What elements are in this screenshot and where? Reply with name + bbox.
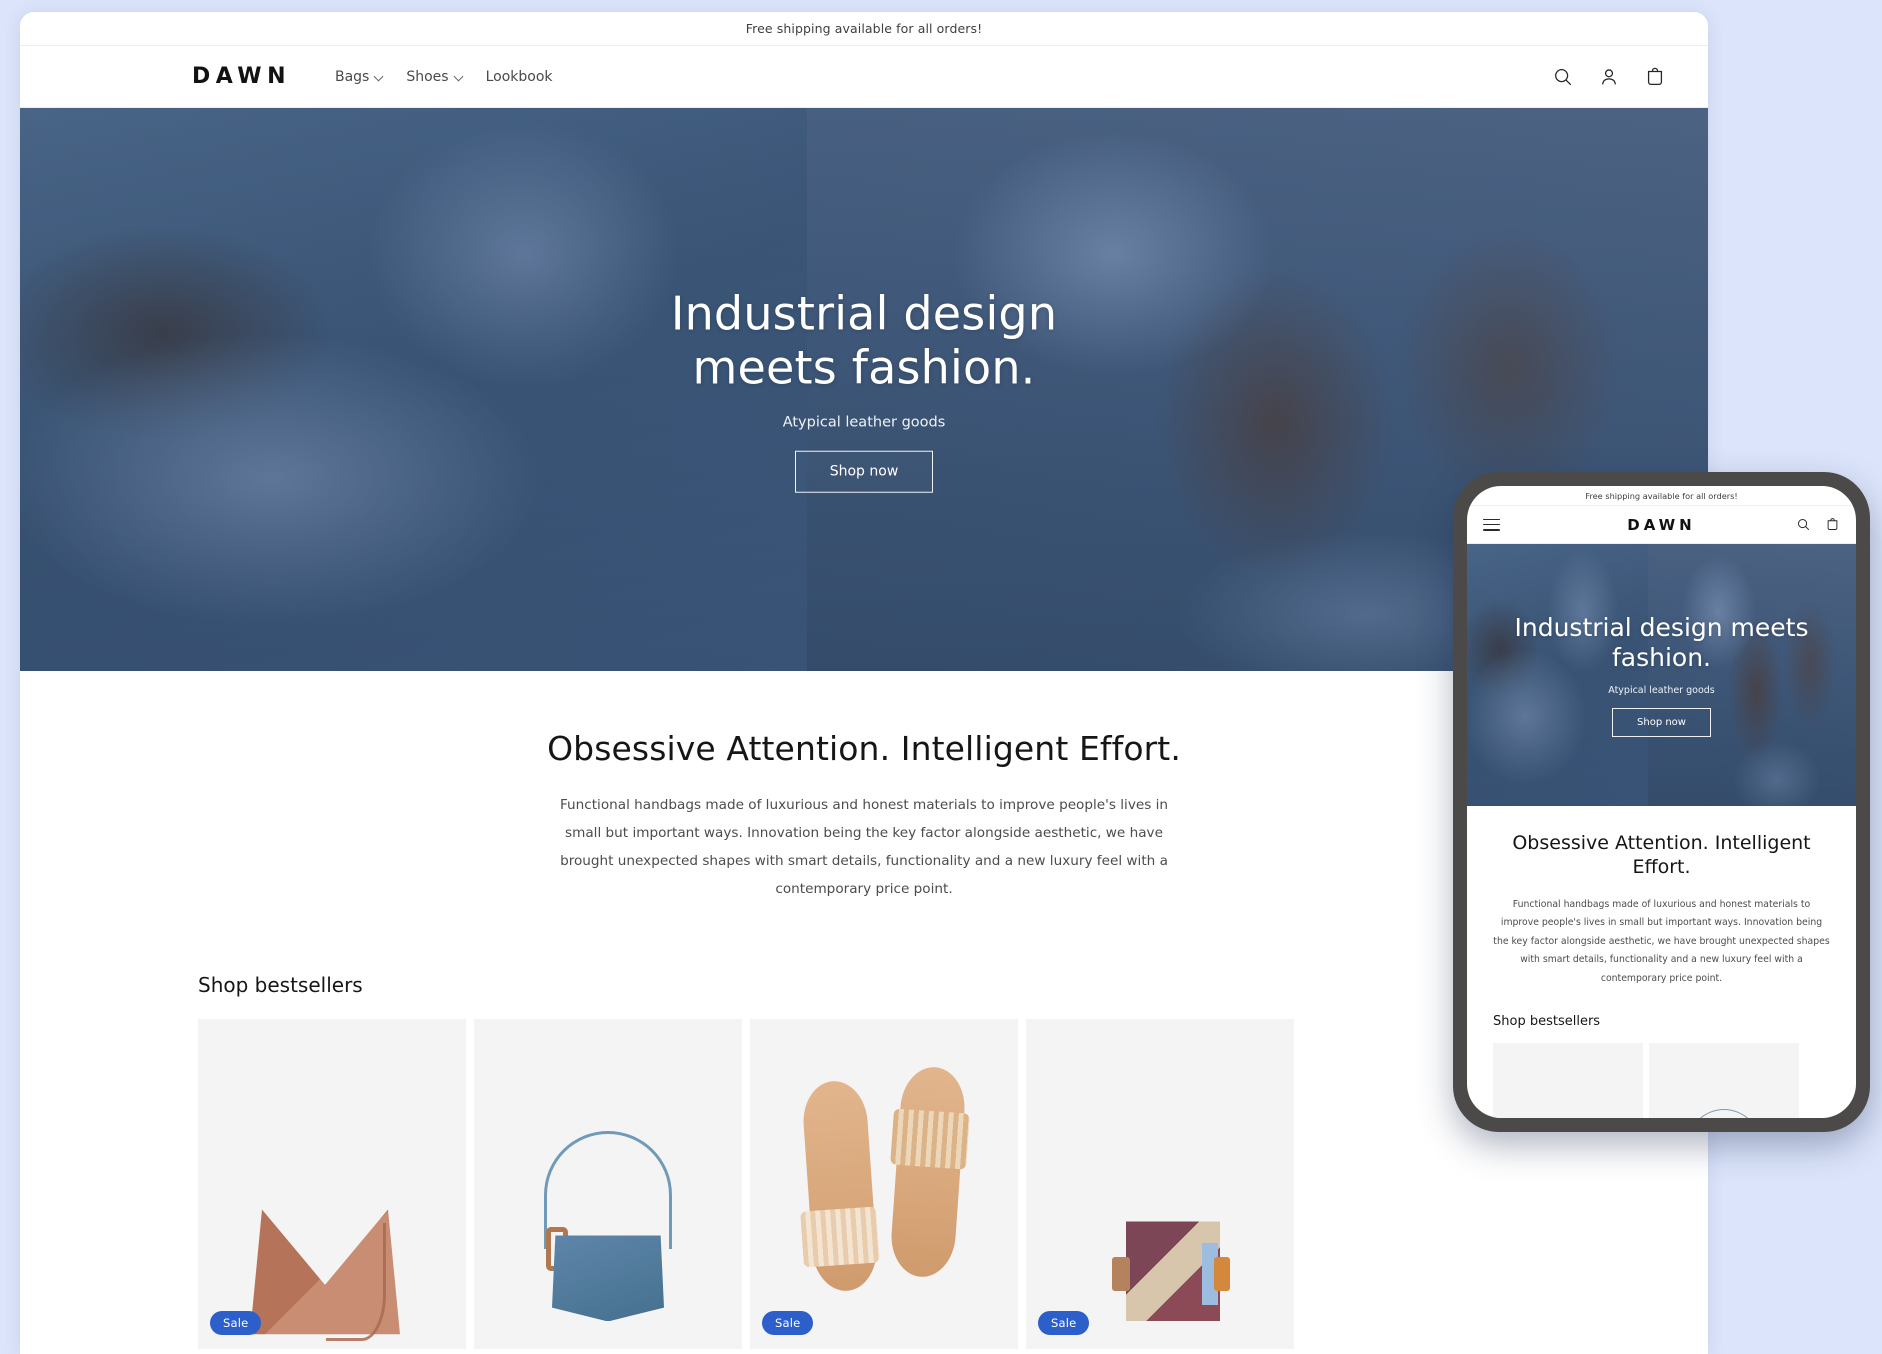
search-icon[interactable] <box>1796 517 1811 532</box>
mobile-hero-subtitle: Atypical leather goods <box>1608 685 1715 696</box>
nav-item-lookbook[interactable]: Lookbook <box>486 69 553 85</box>
mobile-viewport: Free shipping available for all orders! … <box>1467 486 1856 1118</box>
logo-dawn[interactable]: DAWN <box>192 64 291 89</box>
mobile-hero-banner: Industrial design meets fashion. Atypica… <box>1467 544 1856 806</box>
mobile-hero-content: Industrial design meets fashion. Atypica… <box>1467 613 1856 737</box>
nav-item-bags[interactable]: Bags <box>335 69 384 85</box>
product-card[interactable] <box>1649 1043 1799 1118</box>
chevron-down-icon <box>455 72 464 81</box>
mobile-product-grid <box>1493 1043 1856 1118</box>
mobile-rich-text-title: Obsessive Attention. Intelligent Effort. <box>1512 832 1811 878</box>
nav-item-shoes[interactable]: Shoes <box>406 69 463 85</box>
chevron-down-icon <box>375 72 384 81</box>
rich-text-body: Functional handbags made of luxurious an… <box>559 797 1169 897</box>
hero-title: Industrial design meets fashion. <box>20 286 1708 395</box>
account-icon[interactable] <box>1598 66 1620 88</box>
mobile-rich-text-section: Obsessive Attention. Intelligent Effort.… <box>1467 806 1856 988</box>
product-image-blue-shoulder-bag <box>474 1019 742 1349</box>
status-badge: Sale <box>1038 1311 1090 1336</box>
announcement-bar: Free shipping available for all orders! <box>20 12 1708 46</box>
nav-item-label: Lookbook <box>485 68 553 85</box>
product-image-bag-strap <box>1687 1109 1761 1118</box>
mobile-device-mockup: Free shipping available for all orders! … <box>1453 472 1870 1132</box>
product-image-tan-pleated-sandals <box>750 1019 1018 1349</box>
screenshot-stage: Free shipping available for all orders! … <box>0 0 1882 1354</box>
status-badge: Sale <box>762 1311 814 1336</box>
site-header: DAWN Bags Shoes Lookbook <box>20 46 1708 108</box>
hero-title-line-1: Industrial design <box>670 286 1058 341</box>
nav-item-label: Bags <box>334 68 370 85</box>
announcement-text: Free shipping available for all orders! <box>745 21 983 36</box>
cart-icon[interactable] <box>1644 66 1666 88</box>
mobile-hero-title: Industrial design meets fashion. <box>1514 613 1809 672</box>
search-icon[interactable] <box>1552 66 1574 88</box>
header-actions <box>1552 66 1666 88</box>
hero-subtitle: Atypical leather goods <box>782 414 946 431</box>
mobile-rich-text-body: Functional handbags made of luxurious an… <box>1493 898 1830 984</box>
product-image-colorblock-bag <box>1026 1019 1294 1349</box>
product-image-tan-origami-bag <box>198 1019 466 1349</box>
mobile-header-actions <box>1796 517 1840 532</box>
mobile-collection-title: Shop bestsellers <box>1493 1014 1601 1030</box>
status-badge: Sale <box>210 1311 262 1336</box>
mobile-announcement-text: Free shipping available for all orders! <box>1585 490 1738 501</box>
mobile-header: DAWN <box>1467 506 1856 544</box>
mobile-shop-now-button[interactable]: Shop now <box>1612 708 1711 737</box>
product-card[interactable] <box>1493 1043 1643 1118</box>
main-navigation: Bags Shoes Lookbook <box>335 69 553 85</box>
mobile-featured-collection: Shop bestsellers <box>1467 988 1856 1118</box>
nav-item-label: Shoes <box>406 68 449 85</box>
product-card[interactable]: Sale <box>1026 1019 1294 1350</box>
product-card[interactable]: Sale <box>750 1019 1018 1350</box>
product-card[interactable] <box>474 1019 742 1350</box>
shop-now-button[interactable]: Shop now <box>794 450 934 493</box>
cart-icon[interactable] <box>1825 517 1840 532</box>
mobile-announcement-bar: Free shipping available for all orders! <box>1467 486 1856 506</box>
product-card[interactable]: Sale <box>198 1019 466 1350</box>
hero-content: Industrial design meets fashion. Atypica… <box>20 286 1708 493</box>
hero-title-line-2: meets fashion. <box>692 340 1036 395</box>
